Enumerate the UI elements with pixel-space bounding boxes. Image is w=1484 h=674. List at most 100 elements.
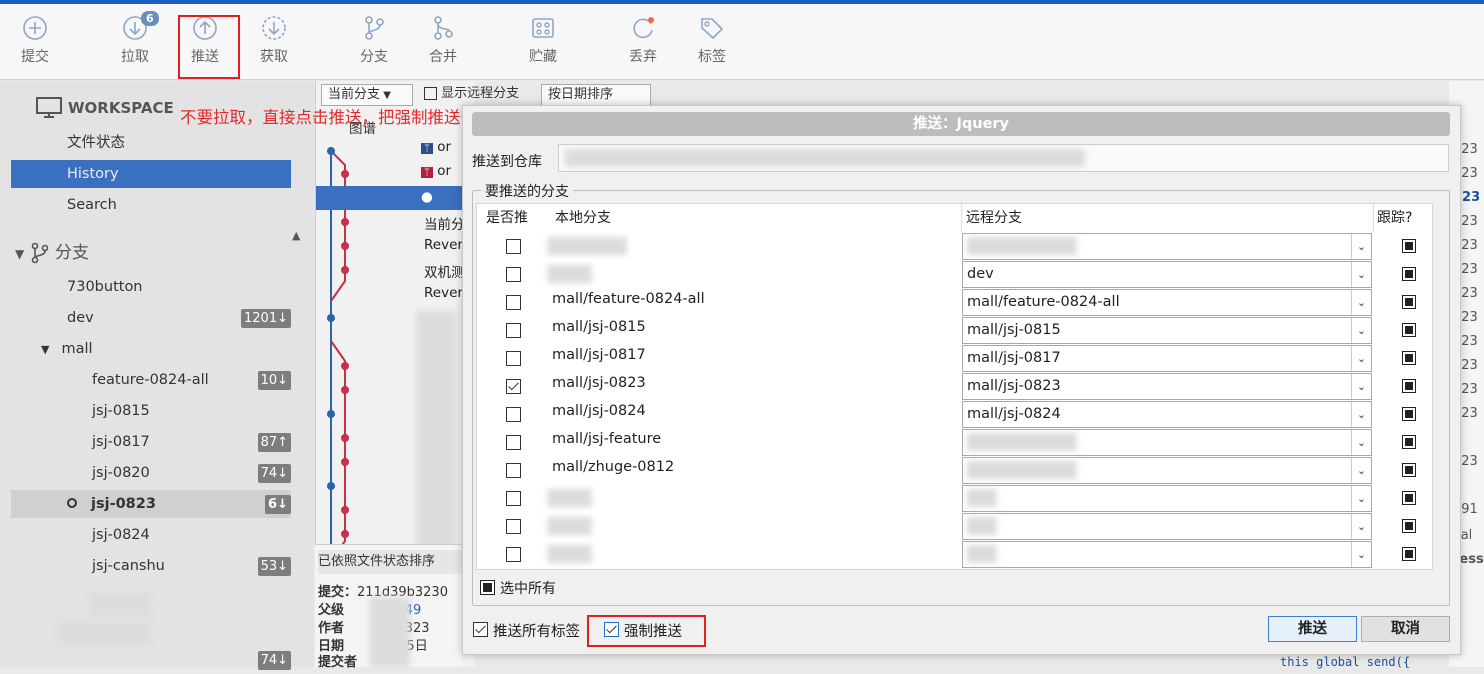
sort-select[interactable]: 按日期排序 bbox=[541, 84, 651, 106]
commit-row[interactable]: 当前分 bbox=[424, 213, 465, 233]
branch-name: jsj-0824 bbox=[92, 527, 150, 543]
track-checkbox[interactable] bbox=[1402, 491, 1416, 505]
push-row-checkbox[interactable] bbox=[506, 295, 521, 310]
force-push-highlight-box bbox=[587, 615, 706, 647]
push-row-checkbox[interactable] bbox=[506, 351, 521, 366]
remote-branch-select[interactable]: mall/feature-0824-all ⌄ bbox=[962, 289, 1372, 316]
push-row-checkbox[interactable] bbox=[506, 435, 521, 450]
branch-item[interactable]: 730button bbox=[11, 273, 291, 301]
branch-label: 分支 bbox=[360, 49, 388, 65]
pull-button[interactable]: 6 拉取 bbox=[105, 11, 165, 66]
branch-item-current[interactable]: jsj-0823 6↓ bbox=[11, 490, 291, 518]
branch-item[interactable]: jsj-0824 bbox=[11, 521, 291, 549]
commit-row[interactable]: Rever bbox=[424, 285, 463, 301]
commit-detail-pane: 已依照文件状态排序 提交：211d39b3230 父级 7849 作者 7632… bbox=[315, 544, 465, 670]
remote-branch-select[interactable]: mall/jsj-0815 ⌄ bbox=[962, 317, 1372, 344]
stash-button[interactable]: 贮藏 bbox=[513, 14, 573, 66]
select-all-checkbox[interactable] bbox=[480, 580, 495, 595]
push-row-checkbox[interactable] bbox=[506, 407, 521, 422]
chevron-down-icon[interactable]: ⌄ bbox=[1351, 290, 1371, 315]
scroll-up-arrow[interactable]: ▲ bbox=[292, 229, 300, 242]
chevron-down-icon[interactable]: ⌄ bbox=[1351, 402, 1371, 427]
branch-item[interactable]: jsj-canshu 53↓ bbox=[11, 552, 291, 580]
chevron-down-icon[interactable]: ⌄ bbox=[1351, 458, 1371, 483]
chevron-down-icon[interactable]: ⌄ bbox=[1351, 234, 1371, 259]
commit-text: or bbox=[437, 163, 452, 179]
chevron-down-icon[interactable]: ⌄ bbox=[1351, 430, 1371, 455]
branch-item[interactable]: jsj-0815 bbox=[11, 397, 291, 425]
track-checkbox[interactable] bbox=[1402, 379, 1416, 393]
commit-row[interactable]: 双机测 bbox=[424, 261, 465, 281]
chevron-down-icon[interactable]: ⌄ bbox=[1351, 318, 1371, 343]
branch-item[interactable]: feature-0824-all 10↓ bbox=[11, 366, 291, 394]
branch-item[interactable]: jsj-0817 87↑ bbox=[11, 428, 291, 456]
push-row-checkbox[interactable] bbox=[506, 519, 521, 534]
track-checkbox[interactable] bbox=[1402, 547, 1416, 561]
chevron-down-icon[interactable]: ⌄ bbox=[1351, 374, 1371, 399]
remote-branch-select[interactable]: mall/jsj-0817 ⌄ bbox=[962, 345, 1372, 372]
current-branch-select[interactable]: 当前分支 ▼ bbox=[321, 84, 413, 106]
branch-count-badge: 74↓ bbox=[257, 651, 291, 670]
remote-branch-select[interactable]: ⌄ bbox=[962, 513, 1372, 540]
push-row-checkbox[interactable] bbox=[506, 463, 521, 478]
track-checkbox[interactable] bbox=[1402, 351, 1416, 365]
selected-commit-row[interactable] bbox=[316, 186, 476, 210]
cancel-button[interactable]: 取消 bbox=[1361, 616, 1450, 642]
chevron-down-icon[interactable]: ⌄ bbox=[1351, 486, 1371, 511]
show-remote-toggle[interactable]: 显示远程分支 bbox=[424, 84, 534, 106]
track-checkbox[interactable] bbox=[1402, 295, 1416, 309]
branch-item[interactable]: 74↓ bbox=[11, 646, 291, 674]
blurred-detail bbox=[370, 597, 410, 667]
push-row-checkbox[interactable] bbox=[506, 239, 521, 254]
commit-button[interactable]: 提交 bbox=[5, 14, 65, 66]
branch-icon bbox=[31, 242, 48, 264]
sort-by-status-label[interactable]: 已依照文件状态排序 bbox=[318, 550, 465, 574]
push-all-tags-checkbox[interactable] bbox=[473, 622, 488, 637]
push-row-checkbox[interactable] bbox=[506, 547, 521, 562]
push-row-checkbox[interactable] bbox=[506, 323, 521, 338]
remote-branch-select[interactable]: ⌄ bbox=[962, 485, 1372, 512]
remote-branch-select[interactable]: ⌄ bbox=[962, 541, 1372, 568]
commit-row[interactable]: ᛘ or bbox=[421, 163, 451, 179]
tag-icon bbox=[701, 18, 724, 40]
blurred-remote-name bbox=[967, 433, 1077, 451]
remote-branch-value: mall/feature-0824-all bbox=[967, 294, 1120, 310]
commit-row[interactable]: Rever bbox=[424, 237, 463, 253]
remote-branch-select[interactable]: mall/jsj-0823 ⌄ bbox=[962, 373, 1372, 400]
remote-branch-select[interactable]: mall/jsj-0824 ⌄ bbox=[962, 401, 1372, 428]
push-row-checkbox[interactable] bbox=[506, 379, 521, 394]
commit-row[interactable]: ● bbox=[421, 189, 433, 205]
push-dialog: 推送：Jquery 推送到仓库 要推送的分支 是否推 本地分支 远程分支 跟踪?… bbox=[462, 105, 1461, 655]
track-checkbox[interactable] bbox=[1402, 239, 1416, 253]
current-branch-dot-icon: ● bbox=[421, 189, 433, 205]
tag-button[interactable]: 标签 bbox=[682, 14, 742, 66]
track-checkbox[interactable] bbox=[1402, 463, 1416, 477]
blurred-branch-name bbox=[547, 517, 592, 535]
commit-row[interactable]: ᛘ or bbox=[421, 139, 451, 155]
sidebar-item-file-status[interactable]: 文件状态 bbox=[11, 129, 291, 157]
branches-section[interactable]: ▼ 分支 bbox=[11, 239, 291, 267]
push-row-checkbox[interactable] bbox=[506, 491, 521, 506]
chevron-down-icon[interactable]: ⌄ bbox=[1351, 262, 1371, 287]
chevron-down-icon[interactable]: ⌄ bbox=[1351, 346, 1371, 371]
remote-branch-select[interactable]: dev ⌄ bbox=[962, 261, 1372, 288]
push-confirm-button[interactable]: 推送 bbox=[1268, 616, 1357, 642]
track-checkbox[interactable] bbox=[1402, 323, 1416, 337]
track-checkbox[interactable] bbox=[1402, 519, 1416, 533]
branch-button[interactable]: 分支 bbox=[344, 14, 404, 66]
track-checkbox[interactable] bbox=[1402, 267, 1416, 281]
sidebar-item-search[interactable]: Search bbox=[11, 191, 291, 219]
repo-select[interactable] bbox=[558, 144, 1449, 172]
chevron-down-icon[interactable]: ⌄ bbox=[1351, 542, 1371, 567]
merge-button[interactable]: 合并 bbox=[413, 14, 473, 66]
track-checkbox[interactable] bbox=[1402, 435, 1416, 449]
track-checkbox[interactable] bbox=[1402, 407, 1416, 421]
branch-folder-mall[interactable]: ▼ mall bbox=[11, 335, 291, 363]
branch-item[interactable]: jsj-0820 74↓ bbox=[11, 459, 291, 487]
branch-item[interactable]: dev 1201↓ bbox=[11, 304, 291, 332]
sidebar-item-history[interactable]: History bbox=[11, 160, 291, 188]
chevron-down-icon[interactable]: ⌄ bbox=[1351, 514, 1371, 539]
discard-button[interactable]: 丢弃 bbox=[613, 14, 673, 66]
push-row-checkbox[interactable] bbox=[506, 267, 521, 282]
fetch-button[interactable]: 获取 bbox=[244, 14, 304, 66]
